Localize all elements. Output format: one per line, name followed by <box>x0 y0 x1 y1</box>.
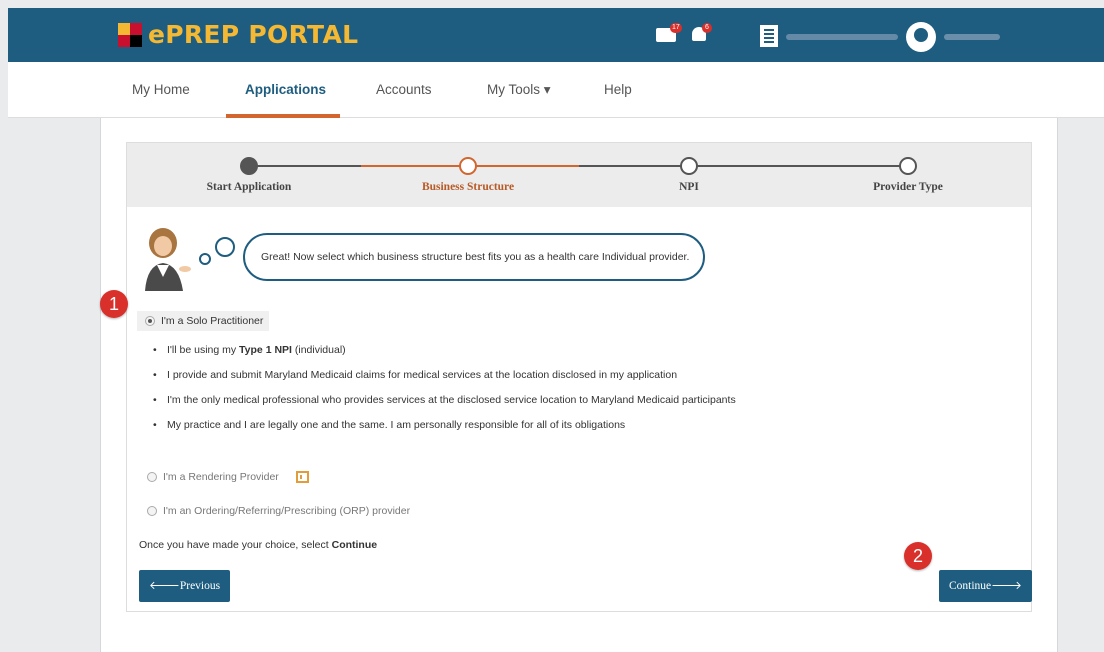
option-rendering-provider[interactable]: I'm a Rendering Provider <box>147 470 309 484</box>
detail-item: I provide and submit Maryland Medicaid c… <box>153 368 736 393</box>
organization-name-redacted[interactable] <box>786 34 898 40</box>
step-label-npi: NPI <box>679 181 699 193</box>
assistant-message: Great! Now select which business structu… <box>243 233 705 281</box>
step-connector <box>255 165 361 167</box>
progress-stepper: Start Application Business Structure NPI… <box>127 143 1031 207</box>
step-dot-npi <box>680 157 698 175</box>
option-solo-practitioner[interactable]: I'm a Solo Practitioner <box>137 311 270 331</box>
detail-item: My practice and I are legally one and th… <box>153 418 736 443</box>
detail-item: I'm the only medical professional who pr… <box>153 393 736 418</box>
top-bar: ePREP PORTAL 17 6 <box>8 8 1104 62</box>
annotation-marker-2: 2 <box>904 542 932 570</box>
assistant-avatar <box>145 228 191 291</box>
maryland-flag-icon <box>118 22 142 47</box>
previous-button[interactable]: 🡐Previous <box>139 570 231 602</box>
main-nav: My Home Applications Accounts My Tools ▾… <box>8 62 1104 118</box>
solo-practitioner-details: I'll be using my Type 1 NPI (individual)… <box>153 343 736 443</box>
mail-badge: 17 <box>670 23 682 33</box>
option-label: I'm a Rendering Provider <box>163 471 279 483</box>
thought-bubble-small <box>199 253 211 265</box>
option-label: I'm an Ordering/Referring/Prescribing (O… <box>163 505 411 517</box>
option-label: I'm a Solo Practitioner <box>161 315 264 327</box>
step-label-start-application: Start Application <box>206 181 292 193</box>
nav-applications[interactable]: Applications <box>245 62 326 118</box>
annotation-marker-1: 1 <box>100 290 128 318</box>
user-name-redacted[interactable] <box>944 34 1000 40</box>
nav-accounts[interactable]: Accounts <box>376 62 432 118</box>
detail-item: I'll be using my Type 1 NPI (individual) <box>153 343 736 368</box>
step-connector <box>579 165 909 167</box>
app-logo[interactable]: ePREP PORTAL <box>118 20 358 49</box>
nav-help[interactable]: Help <box>604 62 632 118</box>
option-orp-provider[interactable]: I'm an Ordering/Referring/Prescribing (O… <box>147 504 410 518</box>
step-dot-provider-type <box>899 157 917 175</box>
continue-button[interactable]: Continue🡒 <box>939 570 1033 602</box>
building-icon[interactable] <box>760 25 778 47</box>
step-dot-start-application <box>240 157 258 175</box>
nav-my-home[interactable]: My Home <box>132 62 190 118</box>
step-label-provider-type: Provider Type <box>873 181 943 193</box>
thought-bubble-medium <box>215 237 235 257</box>
notification-badge: 6 <box>702 23 712 33</box>
video-icon[interactable] <box>295 471 309 484</box>
radio-orp-provider[interactable] <box>147 506 157 517</box>
app-title: ePREP PORTAL <box>148 20 359 49</box>
nav-my-tools[interactable]: My Tools ▾ <box>487 62 551 118</box>
instruction-text: Once you have made your choice, select C… <box>139 539 378 551</box>
application-card: Start Application Business Structure NPI… <box>126 142 1033 612</box>
step-dot-business-structure <box>459 157 477 175</box>
user-avatar-icon[interactable] <box>906 22 936 52</box>
radio-solo-practitioner[interactable] <box>145 316 155 327</box>
step-label-business-structure: Business Structure <box>421 181 515 193</box>
radio-rendering-provider[interactable] <box>147 472 157 483</box>
